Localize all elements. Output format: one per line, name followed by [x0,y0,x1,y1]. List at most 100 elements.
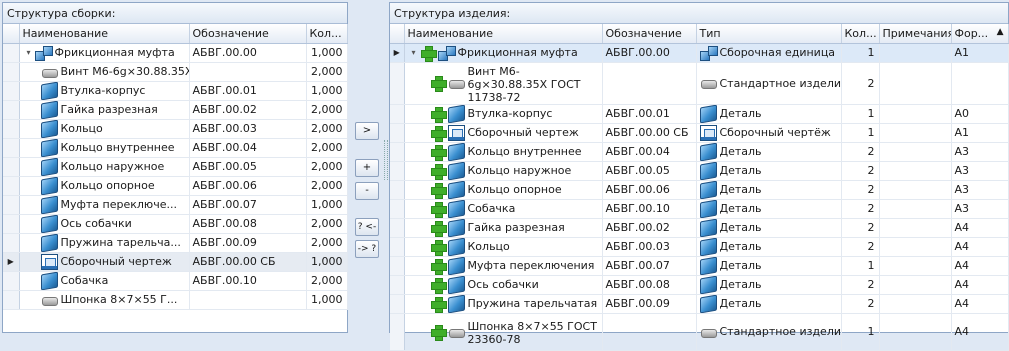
name-cell: Собачка [19,271,190,291]
name-wrap: Втулка-корпус [408,104,602,122]
table-row[interactable]: Кольцо АБВГ.00.03 2,000 [3,119,348,139]
item-quantity: 2 [841,161,880,181]
table-row[interactable]: Собачка АБВГ.00.10 2,000 [3,271,348,291]
table-row[interactable]: Винт М6-6g×30.88.35Х... 2,000 [3,62,348,82]
row-indicator [3,290,20,310]
included-plus-icon [430,258,447,274]
name-wrap: ▾ Фрикционная муфта [23,45,189,61]
column-designation[interactable]: Обозначение [189,24,307,44]
column-name[interactable]: Наименование [19,24,190,44]
item-name: Кольцо [467,240,510,253]
column-quantity[interactable]: Кол... [306,24,348,44]
table-row[interactable]: Сборочный чертеж АБВГ.00.00 СБ Сборочный ч… [390,123,1009,143]
name-wrap: Кольцо опорное [408,180,602,198]
type-wrap: Деталь [699,104,841,122]
table-row[interactable]: Втулка-корпус АБВГ.00.01 1,000 [3,81,348,101]
table-row[interactable]: Кольцо внутреннее АБВГ.00.04 2,000 [3,138,348,158]
item-designation: АБВГ.00.09 [189,233,307,253]
column-quantity[interactable]: Кол... [841,24,880,44]
type-wrap: Стандартное изделие [700,75,840,91]
table-row[interactable]: ▶ Сборочный чертеж АБВГ.00.00 СБ 1,000 [3,252,348,272]
item-name: Пружина тарельча... [60,236,181,249]
part-icon [40,271,58,289]
collapse-toggle-icon[interactable]: ▾ [23,48,35,57]
column-designation[interactable]: Обозначение [602,24,697,44]
item-notes [879,275,952,295]
part-icon [447,142,465,160]
column-name[interactable]: Наименование [404,24,603,44]
type-cell: Стандартное изделие [696,313,842,351]
table-row[interactable]: Шпонка 8×7×55 ГОСТ 23360-78 Стандартное и… [390,313,1009,351]
table-row[interactable]: Шпонка 8×7×55 Г... 1,000 [3,290,348,310]
name-cell: Гайка разрезная [404,218,603,238]
item-name: Пружина тарельчатая [467,297,598,310]
table-row[interactable]: Собачка АБВГ.00.10 Деталь 2 А3 [390,199,1009,219]
panel-splitter[interactable] [384,140,388,180]
name-wrap: Сборочный чертеж [408,124,602,141]
table-row[interactable]: Муфта переключе... АБВГ.00.07 1,000 [3,195,348,215]
table-row[interactable]: Кольцо опорное АБВГ.00.06 2,000 [3,176,348,196]
item-quantity: 1,000 [306,195,348,215]
table-row[interactable]: Ось собачки АБВГ.00.08 2,000 [3,214,348,234]
name-cell: ▾ Фрикционная муфта [19,43,190,63]
remove-button[interactable]: - [355,182,379,200]
table-row[interactable]: Гайка разрезная АБВГ.00.02 Деталь 2 А4 [390,218,1009,238]
item-name: Втулка-корпус [60,84,146,97]
item-notes [879,123,952,143]
row-indicator [390,218,405,238]
table-row[interactable]: Кольцо наружное АБВГ.00.05 2,000 [3,157,348,177]
type-wrap: Сборочная единица [699,45,841,61]
item-name: Кольцо опорное [467,183,562,196]
type-wrap: Деталь [699,161,841,179]
row-indicator [3,157,20,177]
name-wrap: Винт М6-6g×30.88.35Х... [23,64,188,80]
item-type: Деталь [719,107,762,120]
table-row[interactable]: Винт М6-6g×30.88.35Х ГОСТ 11738-72 Станда… [390,62,1009,105]
table-row[interactable]: Ось собачки АБВГ.00.08 Деталь 2 А4 [390,275,1009,295]
row-indicator [3,81,20,101]
type-wrap: Деталь [699,256,841,274]
query-left-button[interactable]: ? <- [355,218,379,236]
add-button[interactable]: + [355,159,379,177]
item-name: Собачка [467,202,516,215]
table-row[interactable]: Кольцо АБВГ.00.03 Деталь 2 А4 [390,237,1009,257]
table-row[interactable]: ▶ ▾ Фрикционная муфта АБВГ.00.00 Сборочная е… [390,43,1009,63]
assembly-icon [437,45,456,61]
table-row[interactable]: ▾ Фрикционная муфта АБВГ.00.00 1,000 [3,43,348,63]
included-plus-icon [430,296,447,312]
collapse-toggle-icon[interactable]: ▾ [408,48,420,57]
table-row[interactable]: Кольцо наружное АБВГ.00.05 Деталь 2 А3 [390,161,1009,181]
item-format: А3 [951,180,1009,200]
move-right-button[interactable]: > [355,122,379,140]
item-quantity: 1,000 [306,43,348,63]
item-notes [879,104,952,124]
item-quantity: 1,000 [306,290,348,310]
table-row[interactable]: Пружина тарельча... АБВГ.00.09 2,000 [3,233,348,253]
name-cell: Кольцо внутреннее [19,138,190,158]
type-cell: Деталь [696,294,842,314]
item-notes [879,294,952,314]
drawing-icon [699,124,717,141]
included-plus-icon [420,45,437,61]
item-notes [879,237,952,257]
item-name: Кольцо [60,122,103,135]
column-notes[interactable]: Примечания [879,24,952,44]
column-format[interactable]: Фор... ▲ [951,24,1009,44]
type-cell: Деталь [696,104,842,124]
name-wrap: Сборочный чертеж [23,253,189,270]
part-icon [699,104,717,122]
table-row[interactable]: Гайка разрезная АБВГ.00.02 2,000 [3,100,348,120]
table-row[interactable]: Втулка-корпус АБВГ.00.01 Деталь 1 А0 [390,104,1009,124]
table-row[interactable]: Пружина тарельчатая АБВГ.00.09 Деталь 2 А4 [390,294,1009,314]
type-wrap: Деталь [699,294,841,312]
table-row[interactable]: Кольцо опорное АБВГ.00.06 Деталь 2 А3 [390,180,1009,200]
part-icon [40,138,58,156]
item-name: Фрикционная муфта [54,46,175,59]
table-row[interactable]: Кольцо внутреннее АБВГ.00.04 Деталь 2 А3 [390,142,1009,162]
query-right-button[interactable]: -> ? [355,240,379,258]
included-plus-icon [430,277,447,293]
column-type[interactable]: Тип [696,24,842,44]
row-indicator [390,275,405,295]
table-row[interactable]: Муфта переключения АБВГ.00.07 Деталь 1 А4 [390,256,1009,276]
part-icon [40,81,58,99]
